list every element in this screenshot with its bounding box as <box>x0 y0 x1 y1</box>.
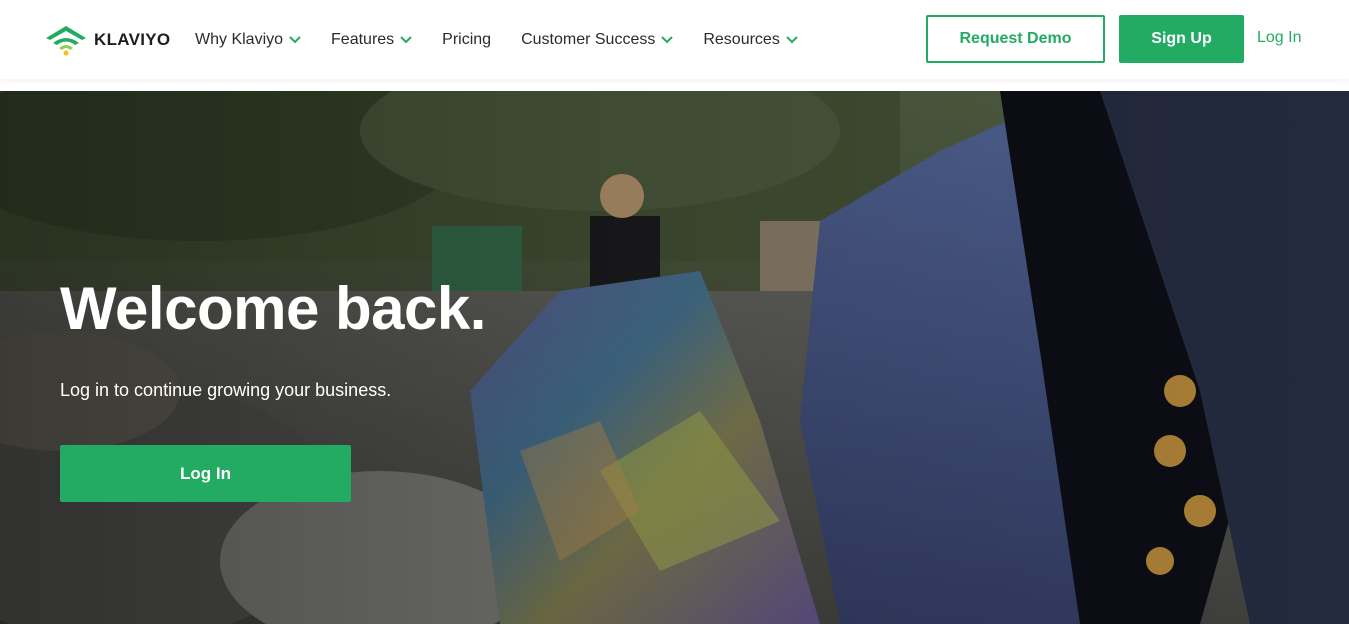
wifi-signal-logo-icon <box>46 26 86 56</box>
chevron-down-icon <box>400 31 412 49</box>
hero-section: Welcome back. Log in to continue growing… <box>0 91 1349 624</box>
hero-title: Welcome back. <box>60 275 486 342</box>
chevron-down-icon <box>786 31 798 49</box>
nav-item-label: Customer Success <box>521 30 656 48</box>
nav-item-pricing[interactable]: Pricing <box>442 31 491 49</box>
top-navigation-bar: KLAVIYO Why Klaviyo Features Pricing Cus… <box>0 0 1349 79</box>
nav-item-label: Pricing <box>442 30 492 48</box>
nav-item-features[interactable]: Features <box>331 31 412 49</box>
hero-subtitle: Log in to continue growing your business… <box>60 380 392 400</box>
chevron-down-icon <box>661 31 674 49</box>
nav-item-label: Features <box>331 30 395 48</box>
chevron-down-icon <box>289 31 301 49</box>
nav-item-label: Why Klaviyo <box>195 30 284 48</box>
request-demo-button[interactable]: Request Demo <box>926 15 1105 63</box>
sign-up-button[interactable]: Sign Up <box>1119 15 1244 63</box>
nav-item-customer-success[interactable]: Customer Success <box>521 30 674 49</box>
brand-name: KLAVIYO <box>94 30 171 49</box>
klaviyo-logo[interactable]: KLAVIYO <box>44 24 170 56</box>
main-nav: Why Klaviyo Features Pricing Customer Su… <box>195 0 828 79</box>
log-in-link[interactable]: Log In <box>1257 29 1301 47</box>
hero-dark-overlay <box>0 91 1349 624</box>
nav-item-resources[interactable]: Resources <box>703 30 798 49</box>
nav-item-label: Resources <box>703 30 780 48</box>
hero-log-in-button[interactable]: Log In <box>60 445 351 502</box>
nav-item-why-klaviyo[interactable]: Why Klaviyo <box>195 31 301 49</box>
